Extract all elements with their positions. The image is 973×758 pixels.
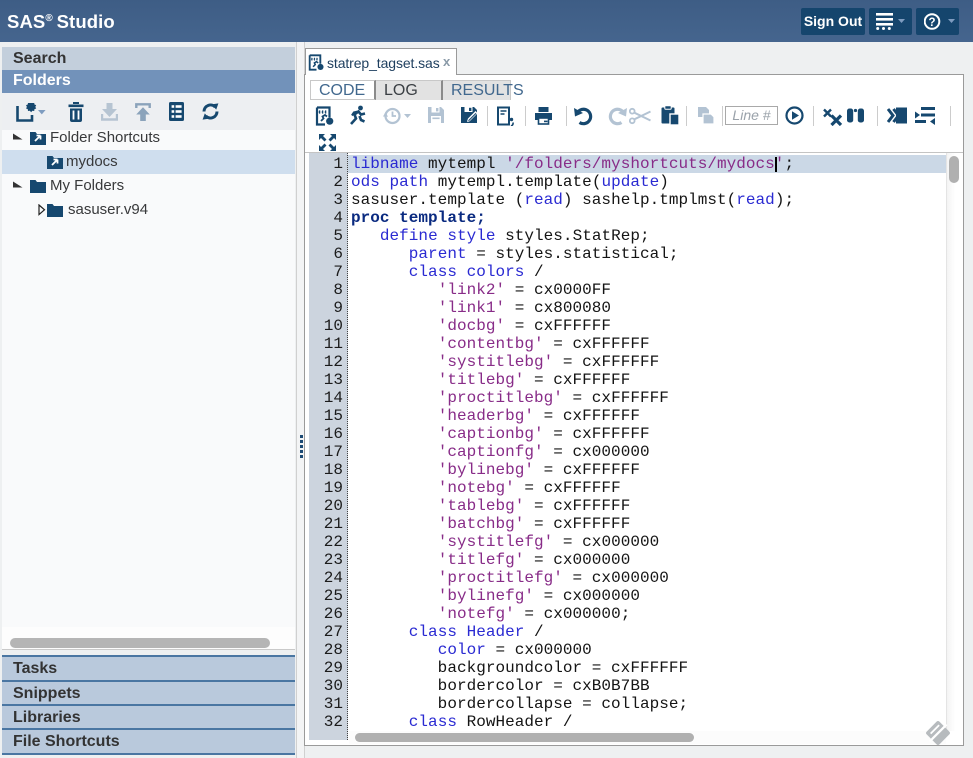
svg-text:?: ?: [928, 17, 935, 29]
